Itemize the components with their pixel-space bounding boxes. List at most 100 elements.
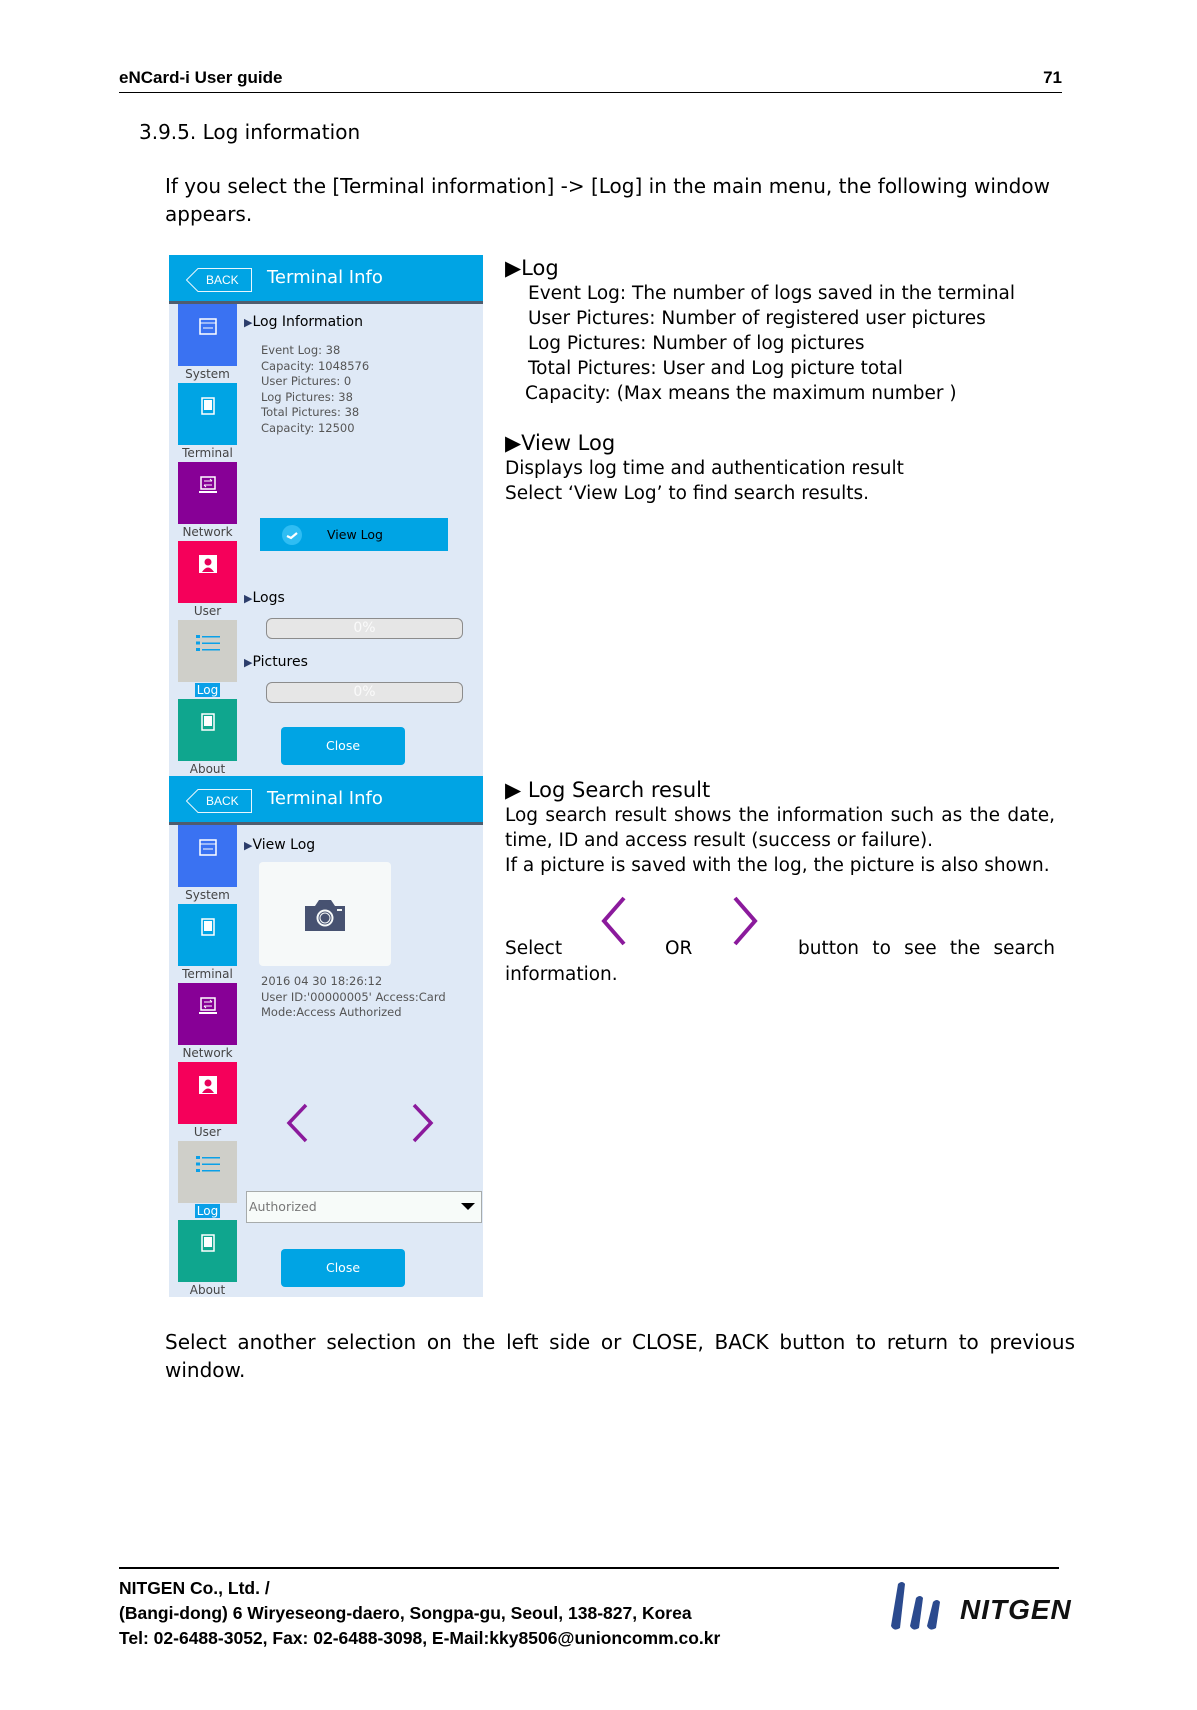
sidebar-label-terminal: Terminal xyxy=(182,446,233,460)
footer-company-info: NITGEN Co., Ltd. / (Bangi-dong) 6 Wiryes… xyxy=(119,1576,720,1651)
view-log-label: View Log xyxy=(327,527,383,542)
sidebar-item-network[interactable] xyxy=(178,983,237,1045)
previous-arrow-illustration-icon xyxy=(601,896,626,946)
footer-company: NITGEN Co., Ltd. / xyxy=(119,1578,270,1598)
or-word: OR xyxy=(665,938,693,959)
footer-divider xyxy=(119,1567,1059,1569)
logs-heading: ▶Logs xyxy=(244,590,285,606)
nitgen-logo: NITGEN xyxy=(888,1580,1108,1630)
log-user-access: User ID:'00000005' Access:Card xyxy=(261,989,446,1004)
result-filter-select[interactable]: Authorized xyxy=(246,1191,482,1223)
sidebar-label-system: System xyxy=(185,367,230,381)
user-icon xyxy=(198,1076,217,1094)
header-divider xyxy=(119,92,1062,93)
desc-line: Event Log: The number of logs saved in t… xyxy=(528,283,1016,304)
logs-progress-bar: 0% xyxy=(266,618,463,639)
terminal-icon xyxy=(200,918,215,936)
log-datetime: 2016 04 30 18:26:12 xyxy=(261,974,383,988)
sidebar-item-terminal[interactable] xyxy=(178,904,237,966)
nitgen-logo-text: NITGEN xyxy=(960,1594,1072,1625)
triangle-icon: ▶ xyxy=(505,778,528,802)
sidebar-item-user[interactable] xyxy=(178,1062,237,1124)
footer-contact: Tel: 02-6488-3052, Fax: 02-6488-3098, E-… xyxy=(119,1628,721,1648)
info-line: Capacity: 12500 xyxy=(261,420,355,435)
chevron-down-icon xyxy=(461,1203,475,1210)
sidebar-item-system[interactable] xyxy=(178,825,237,887)
network-icon xyxy=(198,997,217,1014)
intro-paragraph: If you select the [Terminal information]… xyxy=(165,174,1050,226)
list-icon xyxy=(195,635,220,651)
view-log-desc-heading: ▶View Log xyxy=(505,431,616,455)
info-line: Log Pictures: 38 xyxy=(261,389,353,404)
view-log-heading: ▶View Log xyxy=(244,837,316,853)
result-filter-value: Authorized xyxy=(249,1199,317,1214)
closing-paragraph: Select another selection on the left sid… xyxy=(165,1330,1075,1382)
document-title: eNCard-i User guide xyxy=(119,68,283,87)
nitgen-logo-mark-icon xyxy=(891,1582,940,1630)
back-button[interactable]: BACK xyxy=(186,789,252,813)
log-information-heading: ▶Log Information xyxy=(244,314,363,330)
sidebar-label-network: Network xyxy=(182,1046,233,1060)
sidebar-label-user: User xyxy=(193,604,222,618)
close-button[interactable]: Close xyxy=(281,727,405,765)
log-search-description: ▶ Log Search result Log search result sh… xyxy=(505,778,1055,878)
sidebar-item-network[interactable] xyxy=(178,462,237,524)
screen-header: BACK Terminal Info xyxy=(169,776,483,825)
sidebar-label-log: Log xyxy=(194,683,221,697)
footer-address: (Bangi-dong) 6 Wiryeseong-daero, Songpa-… xyxy=(119,1603,692,1623)
sidebar-item-about[interactable] xyxy=(178,699,237,761)
back-button[interactable]: BACK xyxy=(186,268,252,292)
sidebar-label-terminal: Terminal xyxy=(182,967,233,981)
list-icon xyxy=(195,1156,220,1172)
next-arrow-icon[interactable] xyxy=(410,1102,436,1144)
triangle-icon: ▶ xyxy=(505,431,522,455)
desc-line: Total Pictures: User and Log picture tot… xyxy=(528,358,903,379)
info-line: Capacity: 1048576 xyxy=(261,358,370,373)
screen-title: Terminal Info xyxy=(267,267,383,288)
device-screen-log-info: BACK Terminal Info System Terminal Netwo… xyxy=(169,255,483,776)
sidebar-item-about[interactable] xyxy=(178,1220,237,1282)
pictures-progress-bar: 0% xyxy=(266,682,463,703)
terminal-icon xyxy=(200,397,215,415)
screen-title: Terminal Info xyxy=(267,788,383,809)
log-mode: Mode:Access Authorized xyxy=(261,1005,402,1019)
close-button[interactable]: Close xyxy=(281,1249,405,1287)
search-paragraph: Log search result shows the information … xyxy=(505,805,1055,851)
next-arrow-illustration-icon xyxy=(733,896,758,946)
log-field-descriptions: Event Log: The number of logs saved in t… xyxy=(505,281,1065,406)
sidebar-label-log: Log xyxy=(194,1204,221,1218)
pictures-heading: ▶Pictures xyxy=(244,654,308,670)
view-log-button[interactable]: View Log xyxy=(260,518,448,551)
page-number: 71 xyxy=(1043,68,1062,87)
sidebar-item-user[interactable] xyxy=(178,541,237,603)
select-tail: button to see the search xyxy=(798,938,1055,959)
sidebar-label-system: System xyxy=(185,888,230,902)
back-label: BACK xyxy=(206,794,239,808)
sidebar-label-about: About xyxy=(189,1283,226,1297)
about-icon xyxy=(200,713,215,731)
desc-line: Displays log time and authentication res… xyxy=(505,458,904,479)
log-description: ▶Log Event Log: The number of logs saved… xyxy=(505,256,1065,506)
desc-line: Log Pictures: Number of log pictures xyxy=(528,333,865,354)
info-line: Event Log: 38 xyxy=(261,343,341,357)
check-icon xyxy=(282,525,302,545)
sidebar-item-log[interactable] xyxy=(178,1141,237,1203)
sidebar-item-system[interactable] xyxy=(178,304,237,366)
log-search-heading: ▶ Log Search result xyxy=(505,778,711,802)
desc-line: Capacity: (Max means the maximum number … xyxy=(525,383,957,404)
desc-line: User Pictures: Number of registered user… xyxy=(528,308,986,329)
about-icon xyxy=(200,1234,215,1252)
info-line: User Pictures: 0 xyxy=(261,374,352,388)
log-record: 2016 04 30 18:26:12 User ID:'00000005' A… xyxy=(261,974,446,1021)
sidebar-label-network: Network xyxy=(182,525,233,539)
network-icon xyxy=(198,476,217,493)
system-icon xyxy=(198,839,217,856)
sidebar-label-user: User xyxy=(193,1125,222,1139)
info-line: Total Pictures: 38 xyxy=(261,405,360,419)
sidebar-item-terminal[interactable] xyxy=(178,383,237,445)
log-info-list: Event Log: 38 Capacity: 1048576 User Pic… xyxy=(261,343,369,436)
logs-progress-text: 0% xyxy=(353,620,376,636)
log-photo-placeholder xyxy=(259,862,391,966)
previous-arrow-icon[interactable] xyxy=(284,1102,310,1144)
sidebar-item-log[interactable] xyxy=(178,620,237,682)
